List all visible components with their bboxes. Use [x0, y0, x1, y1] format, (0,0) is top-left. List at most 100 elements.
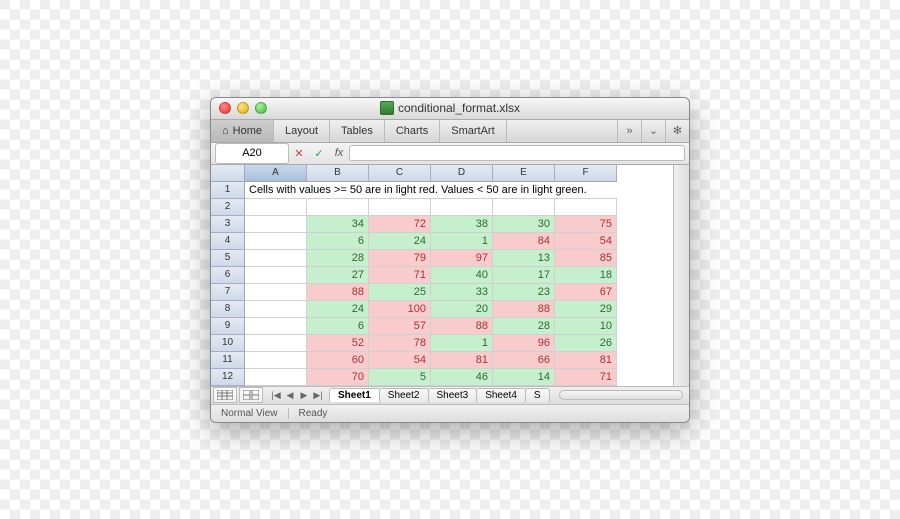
ribbon-settings-button[interactable]: ✻	[665, 120, 689, 142]
cell[interactable]	[369, 199, 431, 216]
cell[interactable]	[245, 318, 307, 335]
cell[interactable]: 38	[431, 216, 493, 233]
cell[interactable]	[245, 216, 307, 233]
row-header[interactable]: 1	[211, 182, 245, 199]
cell[interactable]: 29	[555, 301, 617, 318]
sheet-nav-prev[interactable]: ◀	[283, 390, 297, 401]
cell[interactable]: 14	[493, 369, 555, 386]
cell[interactable]	[245, 284, 307, 301]
cell[interactable]: 88	[431, 318, 493, 335]
minimize-icon[interactable]	[237, 102, 249, 114]
cell[interactable]: 72	[369, 216, 431, 233]
titlebar[interactable]: conditional_format.xlsx	[211, 98, 689, 120]
cell[interactable]	[555, 199, 617, 216]
cell[interactable]	[245, 233, 307, 250]
cell[interactable]: 66	[493, 352, 555, 369]
cell[interactable]	[245, 369, 307, 386]
cell[interactable]: 81	[555, 352, 617, 369]
cell[interactable]: 81	[431, 352, 493, 369]
cell[interactable]: Cells with values >= 50 are in light red…	[245, 182, 617, 199]
cell[interactable]: 10	[555, 318, 617, 335]
cell[interactable]: 46	[431, 369, 493, 386]
row-header[interactable]: 12	[211, 369, 245, 386]
row-header[interactable]: 6	[211, 267, 245, 284]
cell[interactable]: 27	[307, 267, 369, 284]
cell[interactable]: 54	[369, 352, 431, 369]
col-header-a[interactable]: A	[245, 165, 307, 182]
row-header[interactable]: 4	[211, 233, 245, 250]
sheet-tab-3[interactable]: Sheet3	[428, 388, 478, 402]
cell[interactable]: 60	[307, 352, 369, 369]
cell[interactable]: 40	[431, 267, 493, 284]
cell[interactable]: 24	[369, 233, 431, 250]
cell[interactable]	[493, 199, 555, 216]
cell[interactable]: 84	[493, 233, 555, 250]
col-header-f[interactable]: F	[555, 165, 617, 182]
cell[interactable]: 100	[369, 301, 431, 318]
vertical-scrollbar[interactable]	[673, 165, 689, 386]
cell[interactable]: 6	[307, 318, 369, 335]
cell[interactable]: 25	[369, 284, 431, 301]
cell[interactable]: 17	[493, 267, 555, 284]
cell[interactable]	[245, 352, 307, 369]
sheet-tab-2[interactable]: Sheet2	[379, 388, 429, 402]
sheet-tab-1[interactable]: Sheet1	[329, 388, 380, 402]
select-all-corner[interactable]	[211, 165, 245, 182]
row-header[interactable]: 2	[211, 199, 245, 216]
close-icon[interactable]	[219, 102, 231, 114]
cell[interactable]: 1	[431, 335, 493, 352]
cell[interactable]	[245, 335, 307, 352]
cell[interactable]: 28	[493, 318, 555, 335]
cell[interactable]: 26	[555, 335, 617, 352]
cell[interactable]: 57	[369, 318, 431, 335]
cell[interactable]: 1	[431, 233, 493, 250]
cell[interactable]: 5	[369, 369, 431, 386]
sheet-nav-last[interactable]: ▶|	[311, 390, 325, 401]
cell[interactable]: 71	[369, 267, 431, 284]
cell[interactable]: 75	[555, 216, 617, 233]
ribbon-dropdown-button[interactable]: ⌄	[641, 120, 665, 142]
cell[interactable]: 88	[493, 301, 555, 318]
cell[interactable]	[307, 199, 369, 216]
cell[interactable]: 71	[555, 369, 617, 386]
horizontal-scrollbar[interactable]	[559, 390, 683, 400]
sheet-nav-first[interactable]: |◀	[269, 390, 283, 401]
cell[interactable]	[245, 250, 307, 267]
col-header-e[interactable]: E	[493, 165, 555, 182]
cell[interactable]: 96	[493, 335, 555, 352]
cell[interactable]: 34	[307, 216, 369, 233]
row-header[interactable]: 10	[211, 335, 245, 352]
tab-charts[interactable]: Charts	[385, 120, 440, 142]
col-header-b[interactable]: B	[307, 165, 369, 182]
cell[interactable]: 78	[369, 335, 431, 352]
row-header[interactable]: 3	[211, 216, 245, 233]
formula-cancel-button[interactable]: ✕	[289, 147, 309, 160]
cell[interactable]: 54	[555, 233, 617, 250]
ribbon-more-button[interactable]: »	[617, 120, 641, 142]
cell[interactable]: 30	[493, 216, 555, 233]
cell[interactable]: 97	[431, 250, 493, 267]
sheet-tab-overflow[interactable]: S	[525, 388, 550, 402]
row-header[interactable]: 9	[211, 318, 245, 335]
row-header[interactable]: 5	[211, 250, 245, 267]
tab-layout[interactable]: Layout	[274, 120, 330, 142]
col-header-d[interactable]: D	[431, 165, 493, 182]
cell[interactable]	[431, 199, 493, 216]
cell[interactable]: 28	[307, 250, 369, 267]
tab-home[interactable]: ⌂ Home	[211, 120, 274, 142]
tab-smartart[interactable]: SmartArt	[440, 120, 506, 142]
cell[interactable]: 88	[307, 284, 369, 301]
cell[interactable]: 52	[307, 335, 369, 352]
formula-enter-button[interactable]: ✓	[309, 147, 329, 160]
cell[interactable]: 70	[307, 369, 369, 386]
sheet-tab-4[interactable]: Sheet4	[476, 388, 526, 402]
cell[interactable]: 18	[555, 267, 617, 284]
cell[interactable]: 85	[555, 250, 617, 267]
cell[interactable]: 6	[307, 233, 369, 250]
tab-tables[interactable]: Tables	[330, 120, 385, 142]
cell[interactable]	[245, 199, 307, 216]
page-layout-view-button[interactable]	[239, 387, 263, 403]
cell[interactable]: 33	[431, 284, 493, 301]
spreadsheet-grid[interactable]: A B C D E F 1Cells with values >= 50 are…	[211, 165, 673, 386]
cell[interactable]	[245, 267, 307, 284]
